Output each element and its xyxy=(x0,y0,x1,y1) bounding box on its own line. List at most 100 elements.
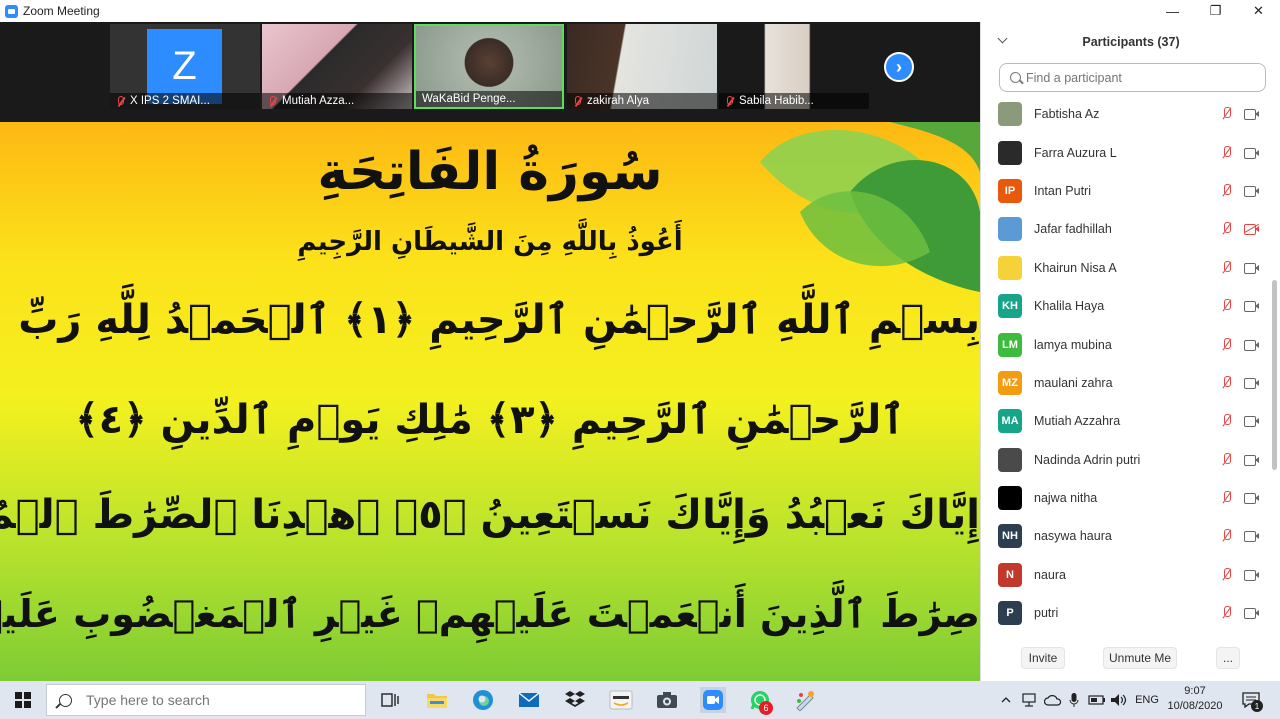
participant-search[interactable] xyxy=(999,63,1266,92)
participant-search-input[interactable] xyxy=(1026,70,1256,85)
dropbox-icon[interactable] xyxy=(562,687,588,713)
zoom-app-icon xyxy=(5,4,18,18)
video-camera-icon[interactable] xyxy=(1244,339,1259,351)
participant-row[interactable]: Fabtisha Az xyxy=(981,95,1271,133)
muted-mic-icon[interactable] xyxy=(1221,145,1233,160)
participant-row[interactable]: Farra Auzura L xyxy=(981,133,1271,171)
participant-list-scrollbar[interactable] xyxy=(1271,100,1277,640)
participants-footer: Invite Unmute Me ... xyxy=(981,644,1280,672)
zoom-taskbar-icon[interactable] xyxy=(700,687,726,713)
microphone-tray-icon[interactable] xyxy=(1065,681,1083,719)
video-tile[interactable]: Mutiah Azza... xyxy=(262,24,412,109)
close-button[interactable]: ✕ xyxy=(1237,0,1280,22)
camera-icon[interactable] xyxy=(654,687,680,713)
task-view-icon[interactable] xyxy=(377,687,403,713)
video-tile-active-speaker[interactable]: WaKaBid Penge... xyxy=(414,24,564,109)
network-icon[interactable] xyxy=(1020,681,1040,719)
video-camera-icon[interactable] xyxy=(1244,185,1259,197)
muted-mic-icon[interactable] xyxy=(1221,567,1233,582)
scrollbar-thumb[interactable] xyxy=(1272,280,1277,470)
whatsapp-icon[interactable]: 6 xyxy=(747,687,773,715)
muted-mic-icon[interactable] xyxy=(1221,183,1233,198)
muted-mic-icon[interactable] xyxy=(1221,491,1233,505)
video-camera-icon[interactable] xyxy=(1244,262,1259,274)
participant-row[interactable]: Jafar fadhillah xyxy=(981,210,1271,248)
video-camera-icon[interactable] xyxy=(1244,531,1259,543)
windows-logo-icon xyxy=(15,692,31,708)
video-camera-icon[interactable] xyxy=(1244,109,1259,121)
edge-browser-icon[interactable] xyxy=(470,687,496,713)
start-button[interactable] xyxy=(0,681,46,719)
muted-mic-icon[interactable] xyxy=(1221,606,1233,620)
window-controls: — ❐ ✕ xyxy=(1151,0,1280,22)
onedrive-cloud-icon[interactable] xyxy=(1043,681,1063,719)
unmute-me-button[interactable]: Unmute Me xyxy=(1103,647,1177,669)
muted-mic-icon[interactable] xyxy=(1221,452,1233,467)
muted-mic-icon xyxy=(116,95,125,107)
muted-mic-icon[interactable] xyxy=(1221,222,1233,236)
video-tile[interactable]: Z X IPS 2 SMAI... xyxy=(110,24,260,109)
video-tile[interactable]: Sabila Habib... xyxy=(719,24,869,109)
participant-row[interactable]: LM lamya mubina xyxy=(981,325,1271,363)
input-language[interactable]: ENG xyxy=(1133,681,1161,719)
video-camera-icon[interactable] xyxy=(1244,454,1259,466)
file-explorer-icon[interactable] xyxy=(424,687,450,713)
collapse-chevron-icon[interactable] xyxy=(997,33,1008,44)
participant-row[interactable]: Nadinda Adrin putri xyxy=(981,441,1271,479)
gallery-strip: Z X IPS 2 SMAI... Mutiah Azza... WaKaBid… xyxy=(0,22,980,122)
paint-icon[interactable] xyxy=(792,687,818,713)
video-tile[interactable]: zakirah Alya xyxy=(567,24,717,109)
minimize-button[interactable]: — xyxy=(1151,0,1194,22)
tile-name-bar: Mutiah Azza... xyxy=(262,93,412,109)
participant-row[interactable]: KH Khalila Haya xyxy=(981,287,1271,325)
action-center-icon[interactable]: 1 xyxy=(1238,681,1264,719)
muted-mic-icon[interactable] xyxy=(1221,260,1233,275)
muted-mic-icon[interactable] xyxy=(1221,299,1233,313)
video-camera-icon[interactable] xyxy=(1244,569,1259,581)
show-hidden-icons-chevron[interactable] xyxy=(998,681,1014,719)
mail-icon[interactable] xyxy=(516,687,542,713)
tile-name-bar: WaKaBid Penge... xyxy=(416,91,562,107)
taskbar-search[interactable] xyxy=(46,684,366,716)
muted-mic-icon[interactable] xyxy=(1221,375,1233,390)
verse-line: صِرَٰطَ ٱلَّذِينَ أَنۡعَمۡتَ عَلَيۡهِمۡ … xyxy=(0,592,980,636)
search-icon xyxy=(59,693,72,707)
participant-row[interactable]: Khairun Nisa A xyxy=(981,249,1271,287)
participant-row[interactable]: Pputri xyxy=(981,594,1271,632)
tile-name: Sabila Habib... xyxy=(739,95,814,107)
participants-panel: Participants (37) Fabtisha Az Farra Auzur… xyxy=(980,22,1280,681)
muted-mic-icon xyxy=(573,95,582,107)
video-camera-icon[interactable] xyxy=(1244,147,1259,159)
more-options-button[interactable]: ... xyxy=(1216,647,1240,669)
next-page-arrow-icon[interactable]: › xyxy=(884,52,914,82)
muted-mic-icon[interactable] xyxy=(1221,107,1233,121)
participant-row[interactable]: MA Mutiah Azzahra xyxy=(981,402,1271,440)
video-camera-icon[interactable] xyxy=(1244,416,1259,428)
tile-name: X IPS 2 SMAI... xyxy=(130,95,210,107)
video-camera-icon[interactable] xyxy=(1244,608,1259,620)
volume-icon[interactable] xyxy=(1109,681,1129,719)
video-camera-icon[interactable] xyxy=(1244,493,1259,505)
participant-row[interactable]: MZ maulani zahra xyxy=(981,364,1271,402)
taskbar-clock[interactable]: 9:07 10/08/2020 xyxy=(1165,684,1225,714)
participant-row[interactable]: NH nasywa haura xyxy=(981,517,1271,555)
amazon-icon[interactable] xyxy=(608,687,634,713)
muted-mic-icon[interactable] xyxy=(1221,337,1233,352)
participant-avatar xyxy=(998,102,1022,127)
video-camera-icon[interactable] xyxy=(1244,301,1259,313)
muted-mic-icon[interactable] xyxy=(1221,414,1233,428)
participant-row[interactable]: Nnaura xyxy=(981,556,1271,594)
participant-name: naura xyxy=(1034,567,1066,582)
video-camera-icon[interactable] xyxy=(1244,377,1259,389)
muted-mic-icon xyxy=(268,95,277,107)
battery-icon[interactable] xyxy=(1087,681,1107,719)
participant-row[interactable]: najwa nitha xyxy=(981,479,1271,517)
invite-button[interactable]: Invite xyxy=(1021,647,1065,669)
participants-header: Participants (37) xyxy=(981,22,1280,62)
muted-mic-icon[interactable] xyxy=(1221,529,1233,543)
maximize-button[interactable]: ❐ xyxy=(1194,0,1237,22)
taskbar-search-input[interactable] xyxy=(86,692,356,708)
video-off-icon[interactable] xyxy=(1243,224,1260,236)
whatsapp-unread-badge: 6 xyxy=(759,701,773,715)
participant-row[interactable]: IP Intan Putri xyxy=(981,172,1271,210)
